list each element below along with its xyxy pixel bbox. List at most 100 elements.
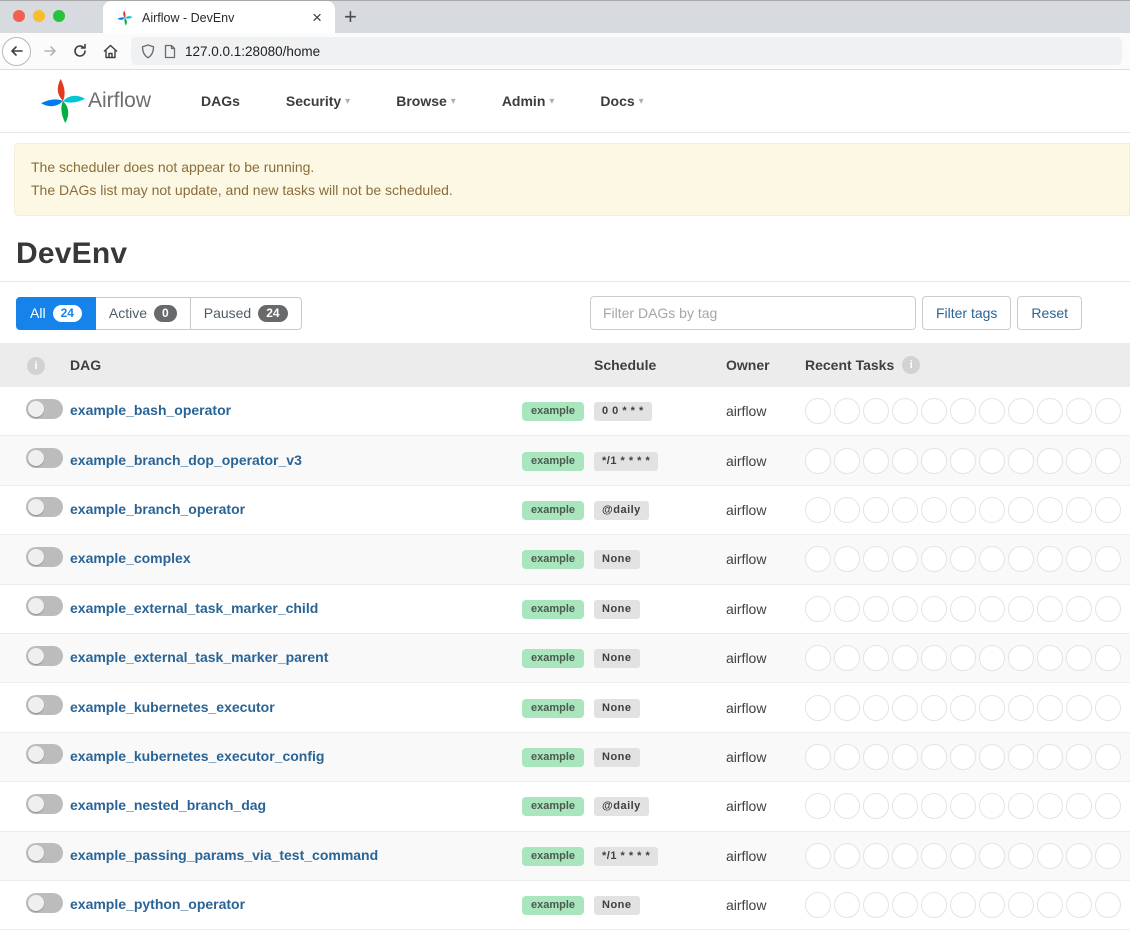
nav-item-label: Admin [502, 93, 546, 109]
schedule-badge[interactable]: */1 * * * * [594, 847, 658, 866]
info-icon[interactable] [902, 356, 920, 374]
recent-task-circle [892, 695, 918, 721]
maximize-window-button[interactable] [53, 10, 65, 22]
recent-task-circle [979, 744, 1005, 770]
forward-button[interactable] [35, 36, 65, 66]
dag-tag-badge[interactable]: example [522, 550, 584, 569]
dag-pause-toggle[interactable] [26, 399, 63, 419]
dag-link[interactable]: example_kubernetes_executor_config [70, 748, 324, 764]
schedule-badge[interactable]: None [594, 896, 640, 915]
dag-pause-toggle[interactable] [26, 744, 63, 764]
dag-tag-badge[interactable]: example [522, 748, 584, 767]
url-text[interactable]: 127.0.0.1:28080/home [185, 44, 320, 59]
dag-pause-toggle[interactable] [26, 497, 63, 517]
filter-tags-button[interactable]: Filter tags [922, 296, 1011, 330]
nav-item-dags[interactable]: DAGs [201, 93, 240, 109]
reset-button[interactable]: Reset [1017, 296, 1082, 330]
dag-tag-badge[interactable]: example [522, 402, 584, 421]
recent-task-circle [1095, 398, 1121, 424]
recent-task-circle [1066, 398, 1092, 424]
tag-filter-input[interactable] [590, 296, 916, 330]
dag-pause-toggle[interactable] [26, 646, 63, 666]
tab-close-icon[interactable]: × [309, 9, 325, 26]
dag-tag-badge[interactable]: example [522, 600, 584, 619]
dag-tag-badge[interactable]: example [522, 699, 584, 718]
recent-task-circle [1037, 398, 1063, 424]
recent-task-circle [921, 596, 947, 622]
dag-tag-badge[interactable]: example [522, 847, 584, 866]
dag-pause-toggle[interactable] [26, 547, 63, 567]
dag-link[interactable]: example_bash_operator [70, 402, 231, 418]
recent-task-circle [979, 793, 1005, 819]
dag-link[interactable]: example_complex [70, 550, 191, 566]
recent-task-circle [1066, 497, 1092, 523]
page-title: DevEnv [16, 237, 1130, 271]
recent-task-circle [805, 892, 831, 918]
dag-pause-toggle[interactable] [26, 596, 63, 616]
shield-icon[interactable] [141, 44, 155, 59]
schedule-badge[interactable]: @daily [594, 501, 649, 520]
dag-tag-badge[interactable]: example [522, 649, 584, 668]
recent-task-circle [1066, 695, 1092, 721]
url-bar[interactable]: 127.0.0.1:28080/home [131, 37, 1122, 65]
dag-link[interactable]: example_external_task_marker_child [70, 600, 318, 616]
schedule-badge[interactable]: */1 * * * * [594, 452, 658, 471]
schedule-badge[interactable]: None [594, 748, 640, 767]
owner-label: airflow [726, 848, 805, 864]
schedule-badge[interactable]: None [594, 550, 640, 569]
tab-active-dags[interactable]: Active 0 [96, 297, 191, 330]
dag-tag-badge[interactable]: example [522, 452, 584, 471]
schedule-badge[interactable]: None [594, 600, 640, 619]
dag-tag-badge[interactable]: example [522, 797, 584, 816]
dag-link[interactable]: example_python_operator [70, 896, 245, 912]
browser-tab[interactable]: Airflow - DevEnv × [103, 1, 335, 34]
dag-link[interactable]: example_branch_dop_operator_v3 [70, 452, 302, 468]
page-info-icon[interactable] [164, 44, 176, 59]
recent-task-circle [834, 793, 860, 819]
recent-task-circle [1066, 744, 1092, 770]
nav-item-admin[interactable]: Admin▾ [502, 93, 555, 109]
dag-pause-toggle[interactable] [26, 794, 63, 814]
schedule-badge[interactable]: None [594, 649, 640, 668]
dag-pause-toggle[interactable] [26, 448, 63, 468]
dag-link[interactable]: example_kubernetes_executor [70, 699, 275, 715]
new-tab-button[interactable]: + [344, 4, 357, 30]
recent-task-circle [1008, 398, 1034, 424]
schedule-badge[interactable]: None [594, 699, 640, 718]
dag-link[interactable]: example_branch_operator [70, 501, 245, 517]
nav-item-docs[interactable]: Docs▾ [600, 93, 643, 109]
dag-link[interactable]: example_nested_branch_dag [70, 797, 266, 813]
tab-paused-dags[interactable]: Paused 24 [191, 297, 302, 330]
owner-label: airflow [726, 601, 805, 617]
nav-item-browse[interactable]: Browse▾ [396, 93, 456, 109]
dag-link[interactable]: example_external_task_marker_parent [70, 649, 328, 665]
recent-task-circle [834, 744, 860, 770]
recent-task-circle [892, 793, 918, 819]
reload-button[interactable] [65, 36, 95, 66]
dag-pause-toggle[interactable] [26, 893, 63, 913]
home-icon [102, 43, 119, 60]
recent-task-circle [892, 843, 918, 869]
home-button[interactable] [95, 36, 125, 66]
info-icon[interactable] [27, 357, 45, 375]
close-window-button[interactable] [13, 10, 25, 22]
owner-label: airflow [726, 897, 805, 913]
airflow-logo[interactable]: Airflow [40, 78, 151, 124]
owner-label: airflow [726, 453, 805, 469]
dag-tag-badge[interactable]: example [522, 896, 584, 915]
dag-pause-toggle[interactable] [26, 695, 63, 715]
recent-task-circle [1095, 744, 1121, 770]
dag-tag-badge[interactable]: example [522, 501, 584, 520]
nav-item-security[interactable]: Security▾ [286, 93, 350, 109]
back-button[interactable] [2, 37, 31, 66]
schedule-badge[interactable]: @daily [594, 797, 649, 816]
tab-all-dags[interactable]: All 24 [16, 297, 96, 330]
recent-task-circle [1037, 497, 1063, 523]
schedule-badge[interactable]: 0 0 * * * [594, 402, 652, 421]
dag-pause-toggle[interactable] [26, 843, 63, 863]
minimize-window-button[interactable] [33, 10, 45, 22]
warning-line-1: The scheduler does not appear to be runn… [31, 156, 1109, 179]
recent-task-circle [1095, 892, 1121, 918]
recent-task-circle [863, 645, 889, 671]
dag-link[interactable]: example_passing_params_via_test_command [70, 847, 378, 863]
